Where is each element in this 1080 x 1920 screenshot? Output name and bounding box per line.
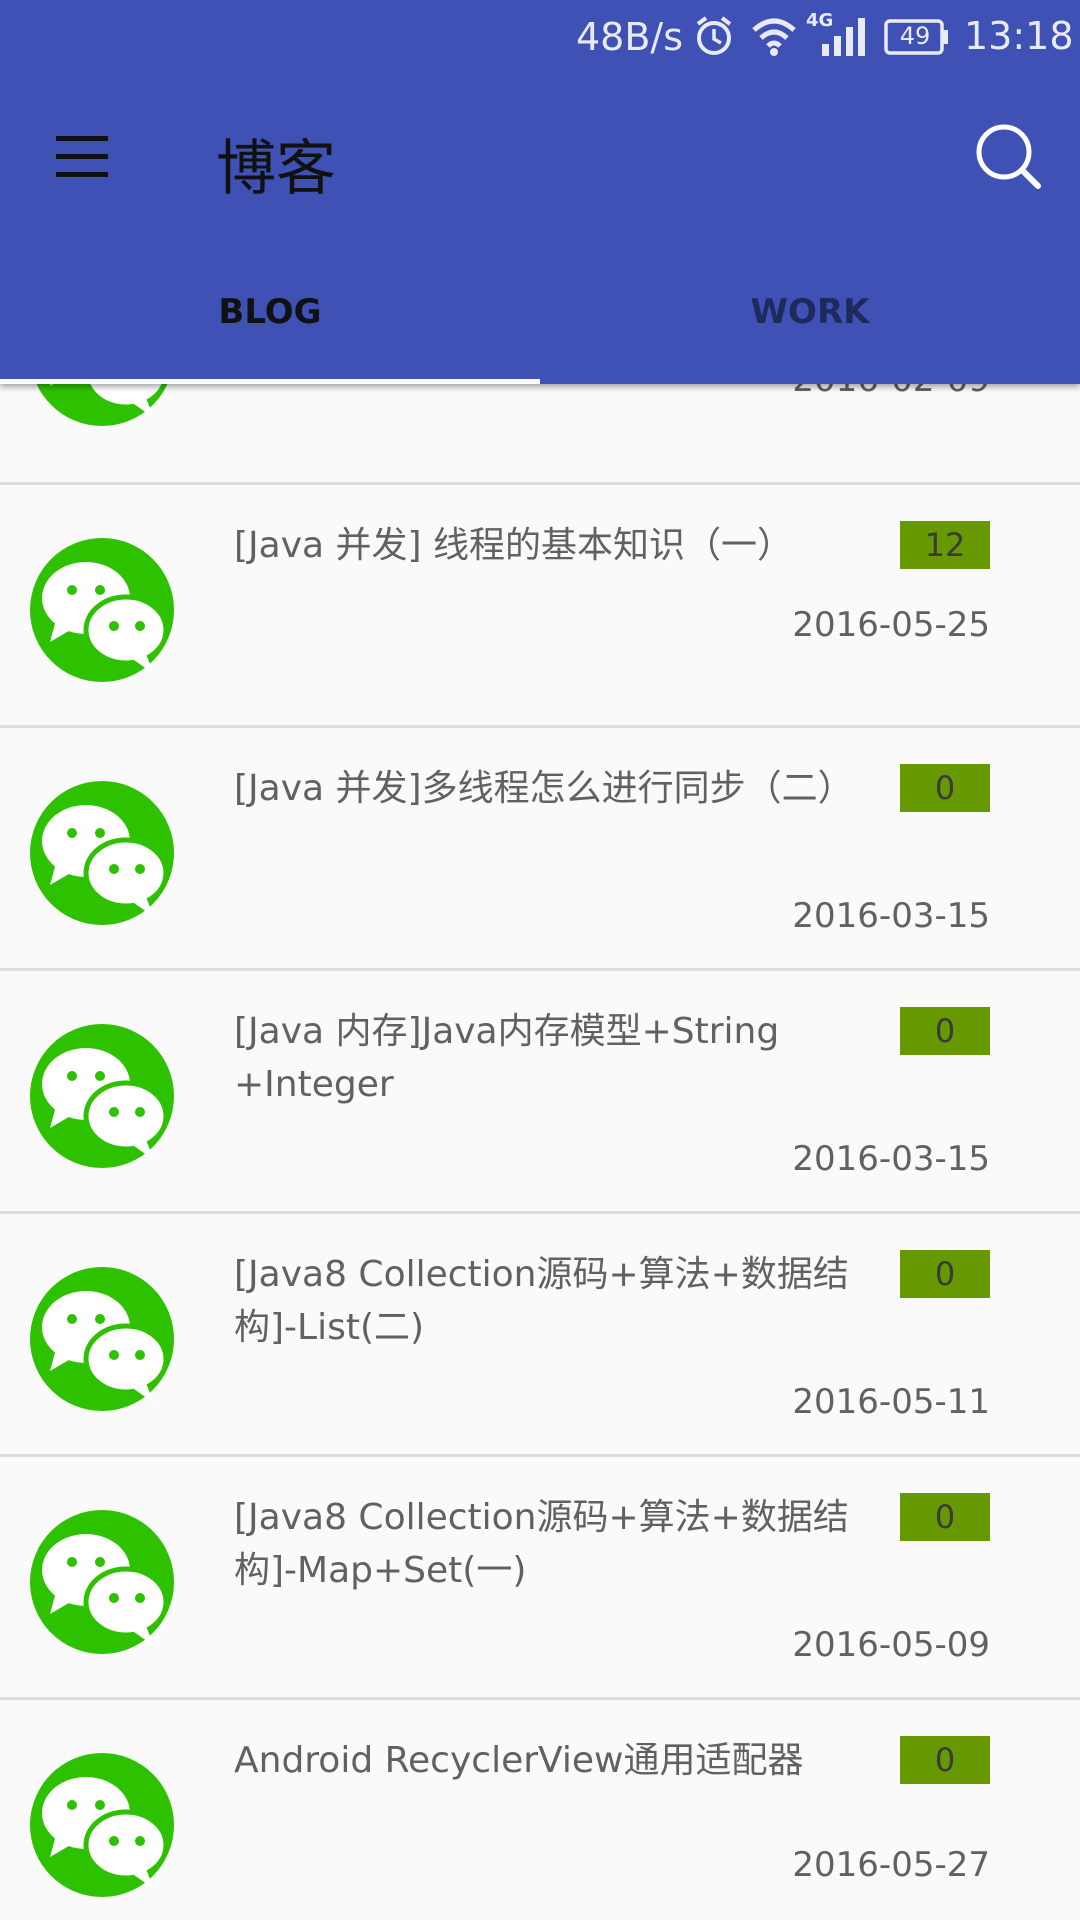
- battery-icon: 49: [884, 18, 950, 65]
- list-item[interactable]: [Java 内存]Java内存模型+String +Integer 0 2016…: [0, 971, 1080, 1214]
- list-item[interactable]: [Java 并发] 线程的基本知识（一） 12 2016-05-25: [0, 485, 1080, 728]
- tab-work[interactable]: WORK: [540, 280, 1080, 384]
- comment-count-badge: 0: [900, 1493, 990, 1541]
- comment-count-badge: 0: [900, 1007, 990, 1055]
- battery-level: 49: [899, 22, 931, 50]
- app-bar: 48B/s 4G 49 13:18 博客 BLOG WORK: [0, 0, 1080, 384]
- hamburger-menu-icon[interactable]: [50, 128, 120, 184]
- comment-count-badge: 0: [900, 764, 990, 812]
- status-bar: 48B/s 4G 49 13:18: [0, 0, 1080, 75]
- tab-indicator: [0, 379, 540, 384]
- search-icon[interactable]: [970, 118, 1046, 194]
- post-title: [Java 内存]Java内存模型+String +Integer: [234, 1011, 780, 1105]
- wechat-avatar-icon: [30, 1510, 174, 1654]
- post-date: 2016-05-09: [792, 1625, 990, 1665]
- wechat-avatar-icon: [30, 1267, 174, 1411]
- post-title: [Java 并发] 线程的基本知识（一）: [234, 525, 794, 566]
- post-date: 2016-03-15: [792, 1139, 990, 1179]
- post-date: 2016-05-25: [792, 605, 990, 645]
- post-title: [Java 并发]多线程怎么进行同步（二）: [234, 768, 854, 809]
- post-title: [Java8 Collection源码+算法+数据结构]-Map+Set(一): [234, 1497, 849, 1591]
- wechat-avatar-icon: [30, 1024, 174, 1168]
- post-title: [Java8 Collection源码+算法+数据结构]-List(二): [234, 1254, 849, 1348]
- clock: 13:18: [964, 14, 1074, 58]
- list-item[interactable]: [Java8 Collection源码+算法+数据结构]-List(二) 0 2…: [0, 1214, 1080, 1457]
- post-date: 2016-02-09: [792, 384, 990, 400]
- wechat-avatar-icon: [30, 781, 174, 925]
- comment-count-badge: 0: [900, 1250, 990, 1298]
- list-item[interactable]: [Java8 Collection源码+算法+数据结构]-Map+Set(一) …: [0, 1457, 1080, 1700]
- post-date: 2016-03-15: [792, 896, 990, 936]
- post-date: 2016-05-27: [792, 1845, 990, 1885]
- post-date: 2016-05-11: [792, 1382, 990, 1422]
- wechat-avatar-icon: [30, 1753, 174, 1897]
- blog-list[interactable]: 2016-02-09 [Java 并发] 线程的基本知识（一） 12 2016-…: [0, 384, 1080, 1920]
- list-item[interactable]: Android RecyclerView通用适配器 0 2016-05-27: [0, 1700, 1080, 1920]
- wechat-avatar-icon: [30, 384, 174, 426]
- wechat-avatar-icon: [30, 538, 174, 682]
- post-title: Android RecyclerView通用适配器: [234, 1740, 804, 1781]
- list-item[interactable]: 2016-02-09: [0, 384, 1080, 485]
- network-speed: 48B/s: [576, 15, 684, 59]
- list-item[interactable]: [Java 并发]多线程怎么进行同步（二） 0 2016-03-15: [0, 728, 1080, 971]
- toolbar-title: 博客: [216, 134, 336, 204]
- comment-count-badge: 12: [900, 521, 990, 569]
- wifi-icon: [750, 14, 798, 67]
- tab-blog[interactable]: BLOG: [0, 280, 540, 384]
- comment-count-badge: 0: [900, 1736, 990, 1784]
- signal-icon: [820, 14, 870, 67]
- alarm-icon: [694, 14, 734, 67]
